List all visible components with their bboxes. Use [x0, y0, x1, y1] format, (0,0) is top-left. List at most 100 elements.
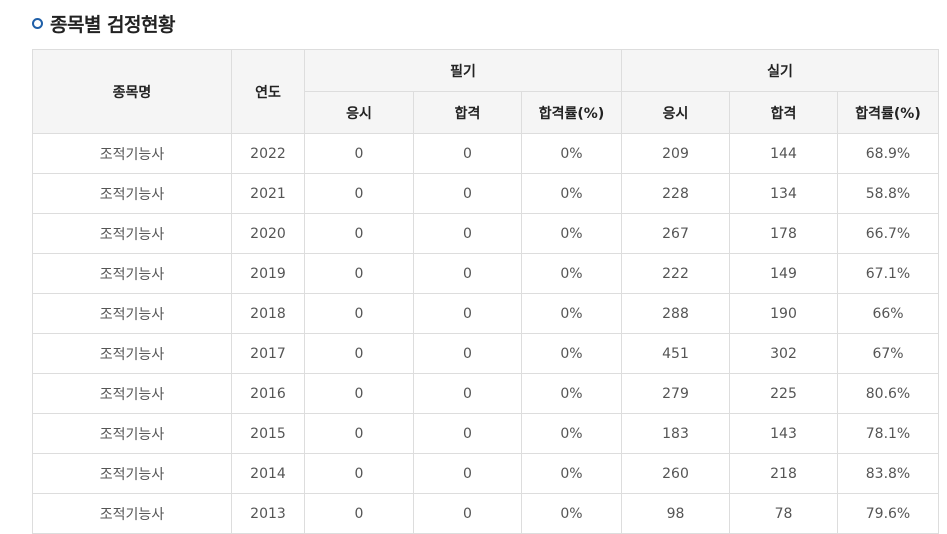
header-practical: 실기 — [621, 49, 939, 92]
cell-written-pass-rate: 0% — [521, 453, 622, 494]
section-header: 종목별 검정현황 — [32, 10, 175, 36]
cell-written-applicants: 0 — [304, 373, 414, 414]
exam-stats-table: 종목명 연도 필기 실기 응시 합격 합격률(%) 응시 합격 합격률(%) 조… — [32, 49, 939, 534]
cell-written-passed: 0 — [413, 173, 522, 214]
cell-written-pass-rate: 0% — [521, 413, 622, 454]
cell-written-applicants: 0 — [304, 253, 414, 294]
cell-practical-passed: 225 — [729, 373, 838, 414]
cell-practical-pass-rate: 58.8% — [837, 173, 939, 214]
cell-written-passed: 0 — [413, 253, 522, 294]
cell-practical-pass-rate: 68.9% — [837, 133, 939, 174]
table-header: 종목명 연도 필기 실기 응시 합격 합격률(%) 응시 합격 합격률(%) — [32, 49, 939, 134]
cell-practical-applicants: 267 — [621, 213, 730, 254]
header-practical-applicants: 응시 — [621, 91, 730, 134]
cell-written-passed: 0 — [413, 213, 522, 254]
table-row: 조적기능사 2013 0 0 0% 98 78 79.6% — [32, 493, 939, 534]
table-row: 조적기능사 2016 0 0 0% 279 225 80.6% — [32, 373, 939, 414]
cell-practical-pass-rate: 66.7% — [837, 213, 939, 254]
table-row: 조적기능사 2017 0 0 0% 451 302 67% — [32, 333, 939, 374]
table-row: 조적기능사 2022 0 0 0% 209 144 68.9% — [32, 133, 939, 174]
cell-written-pass-rate: 0% — [521, 493, 622, 534]
cell-practical-applicants: 222 — [621, 253, 730, 294]
header-written-passed: 합격 — [413, 91, 522, 134]
cell-written-passed: 0 — [413, 133, 522, 174]
cell-written-pass-rate: 0% — [521, 373, 622, 414]
cell-year: 2020 — [231, 213, 305, 254]
cell-practical-applicants: 260 — [621, 453, 730, 494]
cell-practical-pass-rate: 66% — [837, 293, 939, 334]
header-year: 연도 — [231, 49, 305, 134]
cell-practical-passed: 302 — [729, 333, 838, 374]
table-row: 조적기능사 2020 0 0 0% 267 178 66.7% — [32, 213, 939, 254]
cell-written-applicants: 0 — [304, 293, 414, 334]
header-written-applicants: 응시 — [304, 91, 414, 134]
cell-name: 조적기능사 — [32, 213, 232, 254]
cell-year: 2018 — [231, 293, 305, 334]
cell-practical-pass-rate: 80.6% — [837, 373, 939, 414]
cell-practical-pass-rate: 78.1% — [837, 413, 939, 454]
cell-written-applicants: 0 — [304, 493, 414, 534]
cell-practical-applicants: 451 — [621, 333, 730, 374]
cell-written-pass-rate: 0% — [521, 173, 622, 214]
cell-year: 2017 — [231, 333, 305, 374]
cell-written-applicants: 0 — [304, 213, 414, 254]
cell-written-passed: 0 — [413, 413, 522, 454]
cell-written-pass-rate: 0% — [521, 253, 622, 294]
cell-written-applicants: 0 — [304, 133, 414, 174]
cell-practical-passed: 178 — [729, 213, 838, 254]
cell-practical-applicants: 183 — [621, 413, 730, 454]
cell-year: 2019 — [231, 253, 305, 294]
cell-written-applicants: 0 — [304, 413, 414, 454]
cell-practical-pass-rate: 67.1% — [837, 253, 939, 294]
cell-written-pass-rate: 0% — [521, 213, 622, 254]
cell-written-applicants: 0 — [304, 453, 414, 494]
cell-practical-pass-rate: 79.6% — [837, 493, 939, 534]
cell-written-applicants: 0 — [304, 333, 414, 374]
cell-practical-passed: 134 — [729, 173, 838, 214]
cell-name: 조적기능사 — [32, 333, 232, 374]
cell-year: 2021 — [231, 173, 305, 214]
cell-written-passed: 0 — [413, 293, 522, 334]
cell-written-applicants: 0 — [304, 173, 414, 214]
cell-name: 조적기능사 — [32, 493, 232, 534]
cell-name: 조적기능사 — [32, 293, 232, 334]
cell-name: 조적기능사 — [32, 373, 232, 414]
cell-practical-passed: 78 — [729, 493, 838, 534]
page-title: 종목별 검정현황 — [50, 13, 175, 36]
table-row: 조적기능사 2019 0 0 0% 222 149 67.1% — [32, 253, 939, 294]
cell-practical-applicants: 209 — [621, 133, 730, 174]
table-row: 조적기능사 2021 0 0 0% 228 134 58.8% — [32, 173, 939, 214]
cell-name: 조적기능사 — [32, 253, 232, 294]
cell-year: 2022 — [231, 133, 305, 174]
cell-practical-applicants: 288 — [621, 293, 730, 334]
table-row: 조적기능사 2018 0 0 0% 288 190 66% — [32, 293, 939, 334]
cell-practical-passed: 143 — [729, 413, 838, 454]
cell-year: 2015 — [231, 413, 305, 454]
cell-year: 2013 — [231, 493, 305, 534]
cell-practical-passed: 144 — [729, 133, 838, 174]
cell-practical-pass-rate: 83.8% — [837, 453, 939, 494]
cell-practical-applicants: 98 — [621, 493, 730, 534]
cell-practical-pass-rate: 67% — [837, 333, 939, 374]
table-body: 조적기능사 2022 0 0 0% 209 144 68.9% 조적기능사 20… — [32, 133, 939, 534]
cell-written-pass-rate: 0% — [521, 293, 622, 334]
cell-written-passed: 0 — [413, 493, 522, 534]
cell-practical-applicants: 228 — [621, 173, 730, 214]
cell-written-passed: 0 — [413, 453, 522, 494]
cell-practical-passed: 149 — [729, 253, 838, 294]
header-name: 종목명 — [32, 49, 232, 134]
circle-bullet-icon — [32, 17, 43, 29]
cell-practical-applicants: 279 — [621, 373, 730, 414]
header-written-pass-rate: 합격률(%) — [521, 91, 622, 134]
header-written: 필기 — [304, 49, 622, 92]
header-practical-passed: 합격 — [729, 91, 838, 134]
cell-name: 조적기능사 — [32, 413, 232, 454]
cell-written-pass-rate: 0% — [521, 133, 622, 174]
header-practical-pass-rate: 합격률(%) — [837, 91, 939, 134]
cell-written-passed: 0 — [413, 373, 522, 414]
cell-name: 조적기능사 — [32, 133, 232, 174]
cell-practical-passed: 218 — [729, 453, 838, 494]
table-row: 조적기능사 2014 0 0 0% 260 218 83.8% — [32, 453, 939, 494]
cell-practical-passed: 190 — [729, 293, 838, 334]
cell-year: 2016 — [231, 373, 305, 414]
